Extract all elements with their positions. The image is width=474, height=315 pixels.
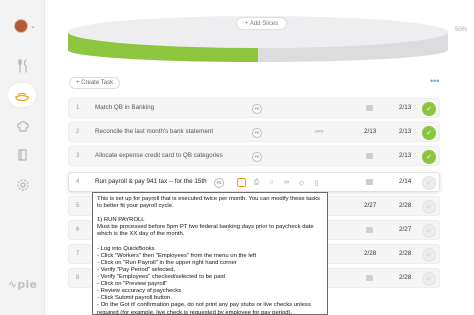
task-row[interactable]: 1 Match QB in Banking PD 2/13 ✓ xyxy=(68,98,440,118)
brand-label: pie xyxy=(17,278,38,291)
brand-logo: ∿pie xyxy=(8,278,38,291)
task-name[interactable]: Reconcile the last month's bank statemen… xyxy=(95,128,213,135)
task-due-date: 2/27 xyxy=(399,226,412,233)
complete-check-icon[interactable]: ✓ xyxy=(422,150,436,164)
create-task-button[interactable]: + Create Task xyxy=(69,77,121,89)
task-tools: ! ⎙ ○ ∞ ◇ ▯ xyxy=(237,178,321,187)
assignee-badge[interactable]: PD xyxy=(252,128,262,138)
glasses-icon[interactable]: ∞ xyxy=(282,179,291,186)
task-number: 7 xyxy=(76,251,80,257)
task-number: 6 xyxy=(76,227,80,233)
complete-check-icon[interactable]: ✓ xyxy=(422,176,436,190)
task-number: 3 xyxy=(76,153,80,159)
avatar[interactable] xyxy=(14,19,28,33)
task-number: 2 xyxy=(76,129,80,135)
task-due-date: 2/14 xyxy=(399,178,412,185)
fork-knife-icon[interactable] xyxy=(14,57,31,74)
task-start-date: 2/13 xyxy=(364,128,377,135)
task-start-date: 2/28 xyxy=(364,250,377,257)
task-start-date: 2/27 xyxy=(364,202,377,209)
comment-icon[interactable]: ○ xyxy=(267,179,276,186)
book-icon[interactable] xyxy=(14,146,31,163)
task-row[interactable]: 3 Allocate expense credit card to QB cate… xyxy=(68,146,440,166)
task-due-date: 2/28 xyxy=(399,274,412,281)
assignee-badge[interactable]: PD xyxy=(214,178,224,188)
document-icon xyxy=(366,105,373,111)
task-number: 5 xyxy=(76,203,80,209)
task-number: 4 xyxy=(76,179,80,185)
task-due-date: 2/13 xyxy=(399,128,412,135)
more-options-icon[interactable]: ••• xyxy=(430,76,439,86)
task-row[interactable]: 4 Run payroll & pay 941 tax -- for the 15… xyxy=(68,172,440,192)
chef-hat-icon[interactable] xyxy=(14,117,31,134)
complete-check-icon[interactable]: ✓ xyxy=(422,102,436,116)
flag-icon[interactable]: ! xyxy=(237,178,246,187)
assignee-badge[interactable]: PD xyxy=(252,152,262,162)
task-number: 1 xyxy=(76,105,80,111)
chevron-down-icon[interactable]: ⌄ xyxy=(30,22,36,30)
complete-check-icon[interactable]: ✓ xyxy=(422,272,436,286)
complete-check-icon[interactable]: ✓ xyxy=(422,200,436,214)
add-slices-button[interactable]: + Add Slices xyxy=(236,17,288,30)
document-icon xyxy=(366,227,373,233)
gear-icon[interactable] xyxy=(14,176,31,193)
document-icon xyxy=(366,153,373,159)
task-number: 8 xyxy=(76,275,80,281)
task-name[interactable]: Match QB in Banking xyxy=(95,104,154,111)
glasses-icon: ∞∞ xyxy=(315,129,324,135)
tag-icon[interactable]: ◇ xyxy=(297,179,306,187)
document-icon xyxy=(366,275,373,281)
task-due-date: 2/28 xyxy=(399,250,412,257)
task-row[interactable]: 2 Reconcile the last month's bank stateme… xyxy=(68,122,440,142)
complete-check-icon[interactable]: ✓ xyxy=(422,248,436,262)
complete-check-icon[interactable]: ✓ xyxy=(422,126,436,140)
task-due-date: 2/28 xyxy=(399,202,412,209)
document-icon xyxy=(366,179,373,185)
pie-percent-label: 50% xyxy=(455,27,468,33)
task-due-date: 2/13 xyxy=(399,104,412,111)
task-notes-text: This is set up for payroll that is execu… xyxy=(97,196,320,315)
sidebar: ⌄ ∿pie xyxy=(0,0,45,315)
task-due-date: 2/13 xyxy=(399,152,412,159)
task-name[interactable]: Run payroll & pay 941 tax -- for the 15t… xyxy=(95,178,207,185)
pie-icon[interactable] xyxy=(13,87,30,104)
task-name[interactable]: Allocate expense credit card to QB categ… xyxy=(95,152,223,159)
assignee-badge[interactable]: PD xyxy=(252,104,262,114)
attachment-icon[interactable]: ⎙ xyxy=(252,179,261,187)
trash-icon[interactable]: ▯ xyxy=(312,179,321,187)
task-notes-panel[interactable]: This is set up for payroll that is execu… xyxy=(92,192,328,315)
complete-check-icon[interactable]: ✓ xyxy=(422,224,436,238)
